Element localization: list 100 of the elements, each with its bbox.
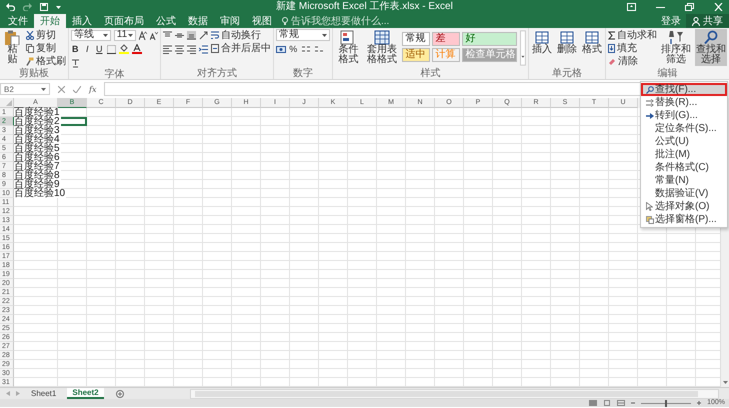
ribbon-display-icon[interactable]	[627, 2, 636, 10]
ribbon-tab[interactable]: 插入	[66, 14, 98, 28]
group-label: 编辑	[656, 68, 678, 79]
cell-text: 百度经验9	[14, 180, 61, 189]
cell-style-swatch[interactable]: 好	[462, 32, 518, 46]
add-sheet-icon[interactable]	[116, 390, 124, 398]
wrap-icon	[210, 31, 219, 40]
find-select-button[interactable]: 查找和选择	[695, 29, 727, 66]
page-layout-icon[interactable]	[603, 400, 612, 406]
format-button[interactable]: 格式	[581, 29, 603, 56]
top-align-icon[interactable]	[162, 30, 172, 40]
decimal-decrease-icon[interactable]	[314, 44, 324, 54]
normal-view-icon[interactable]	[589, 400, 598, 406]
cancel-icon[interactable]	[58, 86, 65, 92]
cursor-icon	[646, 202, 653, 211]
decimal-increase-icon[interactable]	[300, 44, 311, 54]
save-icon[interactable]	[40, 2, 48, 10]
ribbon-tab[interactable]: 审阅	[214, 14, 246, 28]
name-box[interactable]: B2	[0, 83, 50, 95]
ribbon-tab[interactable]: 开始	[34, 14, 66, 28]
paste-button[interactable]: 粘贴	[2, 29, 23, 66]
merge-center-button[interactable]: 合并后居中	[210, 42, 271, 55]
currency-icon[interactable]	[276, 44, 286, 54]
tell-me-field[interactable]: 告诉我您想要做什么...	[282, 14, 396, 28]
sheet-tab[interactable]: Sheet1	[26, 388, 62, 399]
insert-function-button[interactable]: fx	[89, 84, 96, 94]
bold-button[interactable]: B	[70, 44, 80, 54]
magnifier-icon	[703, 30, 719, 45]
autosum-button[interactable]: 自动求和	[608, 29, 657, 42]
scroll-down-icon[interactable]	[722, 381, 728, 384]
zoom-in-icon[interactable]	[697, 401, 702, 405]
underline-button[interactable]: U	[94, 44, 104, 54]
undo-icon[interactable]	[6, 2, 15, 10]
group-label: 对齐方式	[196, 68, 238, 79]
dropdown-icon	[128, 34, 133, 36]
percent-button[interactable]: %	[288, 44, 298, 54]
shrink-font-icon[interactable]	[150, 30, 158, 40]
page-break-icon[interactable]	[617, 400, 626, 406]
person-icon	[692, 16, 700, 26]
insert-button[interactable]: 插入	[531, 29, 553, 56]
cut-button[interactable]: 剪切	[26, 29, 66, 42]
replace-icon	[646, 98, 654, 106]
format-painter-button[interactable]: 格式刷	[26, 55, 66, 68]
conditional-formatting-button[interactable]: 条件格式	[334, 29, 362, 66]
grow-font-icon[interactable]	[138, 30, 147, 40]
menu-item[interactable]: 查找(F)...	[641, 83, 727, 96]
wrap-text-button[interactable]: 自动换行	[210, 29, 271, 42]
zoom-slider-thumb[interactable]	[665, 400, 668, 406]
borders-icon[interactable]	[106, 44, 116, 54]
search-icon	[646, 86, 654, 94]
format-as-table-button[interactable]: 套用表格格式	[365, 29, 399, 66]
phonetic-icon[interactable]	[70, 58, 80, 68]
cell-text: 百度经验10	[14, 189, 66, 198]
sheet-tab[interactable]: Sheet2	[67, 388, 104, 399]
indent-icon[interactable]	[198, 44, 208, 54]
sort-filter-button[interactable]: 排序和筛选	[660, 29, 692, 66]
horizontal-scrollbar[interactable]	[190, 388, 719, 398]
window-title: 新建 Microsoft Excel 工作表.xlsx - Excel	[276, 0, 453, 12]
number-format-field[interactable]: 常规	[276, 29, 330, 41]
sign-in-link[interactable]: 登录	[656, 14, 686, 28]
zoom-out-icon[interactable]	[631, 401, 636, 405]
ribbon-tab[interactable]: 视图	[246, 14, 278, 28]
ribbon-tab[interactable]: 文件	[2, 14, 34, 28]
font-color-icon[interactable]	[132, 44, 142, 54]
ribbon-tab[interactable]: 公式	[150, 14, 182, 28]
cell-style-swatch[interactable]: 适中	[402, 48, 430, 62]
align-right-icon[interactable]	[186, 44, 196, 54]
cell-text: 百度经验6	[14, 153, 61, 162]
align-left-icon[interactable]	[162, 44, 172, 54]
share-button[interactable]: 共享	[686, 14, 729, 28]
group-label: 数字	[292, 68, 314, 79]
bottom-align-icon[interactable]	[186, 30, 196, 40]
ribbon-tab[interactable]: 数据	[182, 14, 214, 28]
group-label: 字体	[103, 69, 126, 80]
ribbon-tab[interactable]: 页面布局	[98, 14, 150, 28]
cell-text: 百度经验2	[14, 117, 61, 126]
copy-icon	[26, 44, 34, 53]
customize-icon[interactable]	[56, 4, 61, 8]
align-center-icon[interactable]	[174, 44, 184, 54]
italic-button[interactable]: I	[82, 44, 92, 54]
close-icon[interactable]	[714, 2, 723, 10]
clear-button[interactable]: 清除	[608, 55, 657, 68]
fill-color-icon[interactable]	[118, 44, 129, 54]
delete-button[interactable]: 删除	[556, 29, 578, 56]
cell-style-swatch[interactable]: 差	[432, 32, 460, 46]
table-icon	[374, 30, 390, 45]
cell-style-swatch[interactable]: 常规	[402, 32, 430, 46]
arrow-right-icon	[646, 112, 654, 120]
copy-button[interactable]: 复制	[26, 42, 66, 55]
active-cell[interactable]	[58, 117, 87, 126]
scissors-icon	[26, 31, 34, 40]
restore-icon[interactable]	[685, 2, 694, 10]
cell-text: 百度经验4	[14, 135, 61, 144]
checkmark-icon[interactable]	[73, 86, 81, 92]
orientation-icon[interactable]	[198, 30, 208, 40]
middle-align-icon[interactable]	[174, 30, 184, 40]
font-name-field[interactable]: 等线	[70, 30, 111, 40]
sigma-icon	[608, 31, 615, 40]
fill-button[interactable]: 填充	[608, 42, 657, 55]
font-size-field[interactable]: 11	[114, 30, 136, 40]
